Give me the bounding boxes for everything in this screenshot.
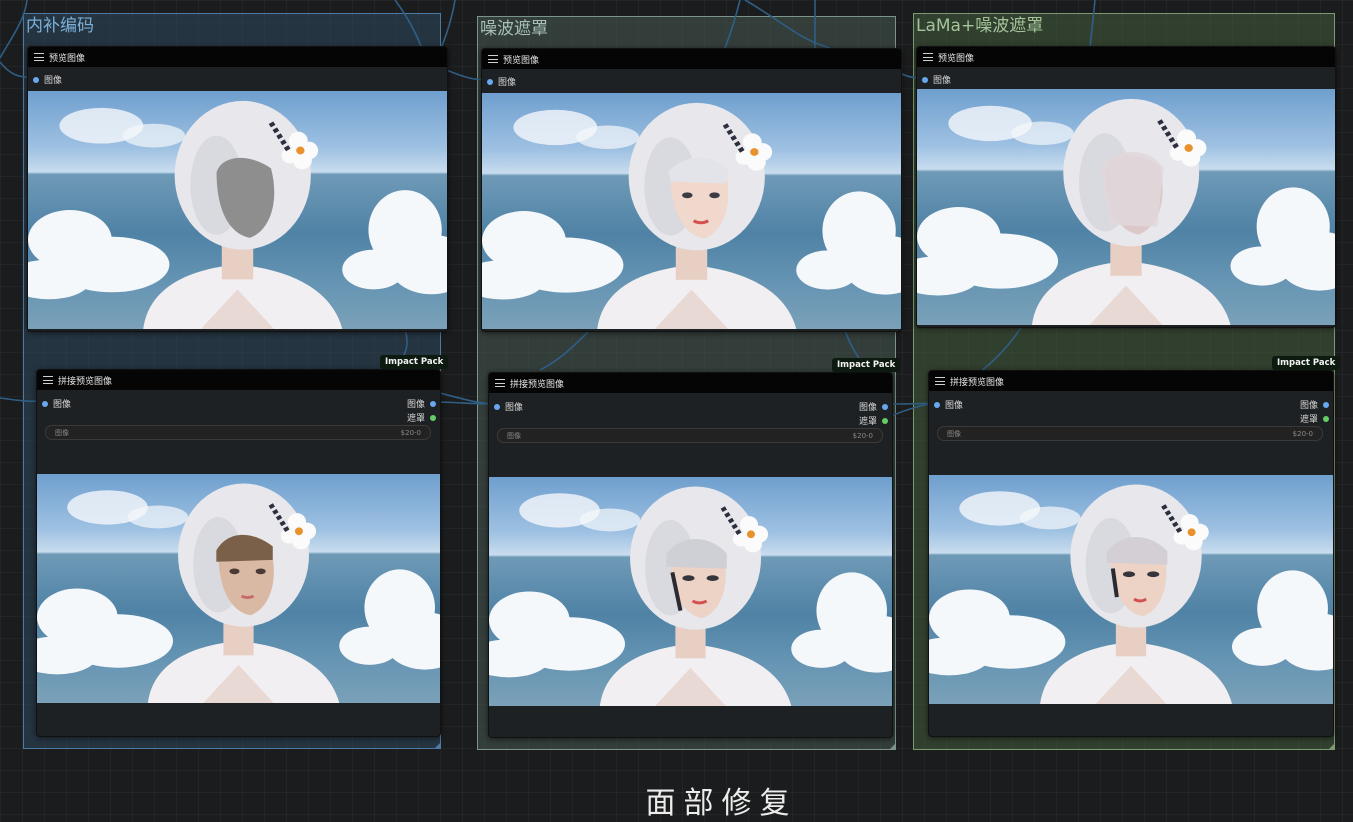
slot-label: 图像 — [933, 76, 952, 86]
menu-icon[interactable] — [923, 53, 933, 61]
socket-dot-icon[interactable] — [430, 414, 436, 421]
node-header[interactable]: 拼接预览图像 — [489, 373, 892, 393]
node-header[interactable]: 预览图像 — [482, 49, 901, 69]
widget-value: $20-0 — [1292, 429, 1313, 438]
input-slot-image[interactable]: 图像 — [487, 75, 516, 88]
socket-dot-icon[interactable] — [882, 417, 888, 424]
image-widget[interactable]: 图像 $20-0 — [937, 426, 1323, 441]
footer-title: 面部修复 — [645, 786, 798, 821]
input-slot-image[interactable]: 图像 — [33, 73, 62, 86]
group-resize-handle[interactable] — [434, 742, 441, 749]
menu-icon[interactable] — [495, 379, 505, 387]
node-title: 拼接预览图像 — [950, 377, 1005, 388]
preview-image-node[interactable]: 预览图像 图像 — [481, 48, 902, 332]
stitch-preview-node[interactable]: 拼接预览图像 图像 图像 遮罩 图像 $20-0 — [488, 372, 893, 738]
group-resize-handle[interactable] — [889, 743, 896, 750]
input-slot-image[interactable]: 图像 — [494, 400, 523, 413]
node-title: 预览图像 — [49, 53, 86, 64]
widget-name: 图像 — [507, 431, 521, 440]
slot-label: 图像 — [505, 403, 524, 413]
widget-name: 图像 — [55, 428, 69, 437]
socket-dot-icon[interactable] — [934, 401, 940, 408]
node-header[interactable]: 拼接预览图像 — [929, 371, 1333, 391]
stitch-preview-node[interactable]: 拼接预览图像 图像 图像 遮罩 图像 $20-0 — [36, 369, 441, 737]
preview-image — [482, 93, 901, 329]
widget-name: 图像 — [947, 429, 961, 438]
preview-image — [28, 91, 447, 329]
portrait-illustration — [37, 483, 440, 703]
socket-dot-icon[interactable] — [430, 400, 436, 407]
impact-pack-badge: Impact Pack — [1272, 356, 1341, 370]
node-header[interactable]: 拼接预览图像 — [37, 370, 440, 390]
portrait-illustration — [917, 98, 1335, 325]
output-slot-mask[interactable]: 遮罩 — [859, 414, 888, 427]
slot-label: 图像 — [44, 76, 63, 86]
preview-image — [929, 475, 1333, 704]
slot-label: 图像 — [406, 400, 425, 410]
socket-dot-icon[interactable] — [487, 78, 493, 85]
socket-dot-icon[interactable] — [33, 76, 39, 83]
input-slot-image[interactable]: 图像 — [922, 73, 951, 86]
group-title[interactable]: 噪波遮罩 — [480, 17, 548, 41]
output-slot-image[interactable]: 图像 — [859, 400, 888, 413]
slot-label: 遮罩 — [1299, 415, 1318, 425]
output-slot-image[interactable]: 图像 — [1300, 398, 1329, 411]
menu-icon[interactable] — [488, 55, 498, 63]
menu-icon[interactable] — [34, 53, 44, 61]
portrait-illustration — [929, 484, 1333, 704]
widget-value: $20-0 — [852, 431, 873, 440]
node-title: 拼接预览图像 — [58, 376, 113, 387]
stitch-preview-node[interactable]: 拼接预览图像 图像 图像 遮罩 图像 $20-0 — [928, 370, 1334, 737]
node-header[interactable]: 预览图像 — [28, 47, 447, 67]
preview-image-node[interactable]: 预览图像 图像 — [916, 46, 1336, 328]
node-title: 预览图像 — [503, 55, 540, 66]
preview-image — [917, 89, 1335, 325]
slot-label: 图像 — [858, 403, 877, 413]
preview-image — [37, 474, 440, 703]
output-slot-mask[interactable]: 遮罩 — [407, 411, 436, 424]
socket-dot-icon[interactable] — [42, 400, 48, 407]
image-widget[interactable]: 图像 $20-0 — [497, 428, 883, 443]
group-title[interactable]: LaMa+噪波遮罩 — [916, 14, 1043, 38]
socket-dot-icon[interactable] — [1323, 401, 1329, 408]
slot-label: 图像 — [1299, 401, 1318, 411]
node-header[interactable]: 预览图像 — [917, 47, 1335, 67]
output-slot-image[interactable]: 图像 — [407, 397, 436, 410]
menu-icon[interactable] — [43, 376, 53, 384]
impact-pack-badge: Impact Pack — [832, 358, 901, 372]
node-title: 预览图像 — [938, 53, 975, 64]
output-slot-mask[interactable]: 遮罩 — [1300, 412, 1329, 425]
socket-dot-icon[interactable] — [1323, 415, 1329, 422]
input-slot-image[interactable]: 图像 — [42, 397, 71, 410]
node-title: 拼接预览图像 — [510, 379, 565, 390]
impact-pack-badge: Impact Pack — [380, 355, 449, 369]
menu-icon[interactable] — [935, 377, 945, 385]
widget-value: $20-0 — [400, 428, 421, 437]
preview-image — [489, 477, 892, 706]
slot-label: 图像 — [498, 78, 517, 88]
group-resize-handle[interactable] — [1328, 743, 1335, 750]
slot-label: 遮罩 — [406, 414, 425, 424]
slot-label: 图像 — [945, 401, 964, 411]
slot-label: 遮罩 — [858, 417, 877, 427]
preview-image-node[interactable]: 预览图像 图像 — [27, 46, 448, 332]
socket-dot-icon[interactable] — [494, 403, 500, 410]
slot-label: 图像 — [53, 400, 72, 410]
image-widget[interactable]: 图像 $20-0 — [45, 425, 431, 440]
portrait-illustration — [489, 486, 892, 706]
input-slot-image[interactable]: 图像 — [934, 398, 963, 411]
socket-dot-icon[interactable] — [882, 403, 888, 410]
group-title[interactable]: 内补编码 — [26, 14, 94, 38]
socket-dot-icon[interactable] — [922, 76, 928, 83]
portrait-illustration — [482, 102, 901, 329]
portrait-illustration — [28, 100, 447, 329]
